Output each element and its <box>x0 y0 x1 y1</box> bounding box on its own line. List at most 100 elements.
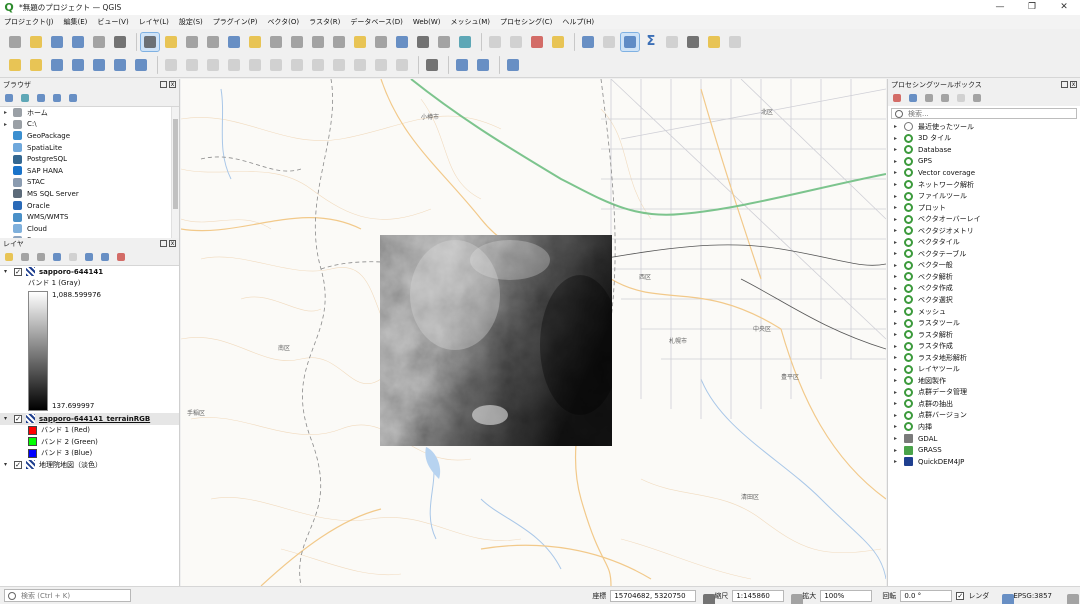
processing-provider-item[interactable]: ▸ レイヤツール <box>888 363 1080 375</box>
menu-plugins[interactable]: プラグイン(P) <box>213 17 258 27</box>
lock-scale-icon[interactable] <box>788 591 804 604</box>
new-shapefile-icon[interactable] <box>48 56 66 74</box>
processing-provider-item[interactable]: ▸ ラスタ解析 <box>888 329 1080 341</box>
menu-view[interactable]: ビュー(V) <box>97 17 128 27</box>
processing-provider-item[interactable]: ▸ ベクタ作成 <box>888 283 1080 295</box>
python-console-icon[interactable] <box>453 56 471 74</box>
edit-features-in-place-icon[interactable] <box>955 92 967 104</box>
processing-search-input[interactable]: 検索... <box>891 108 1077 119</box>
collapse-all-icon[interactable] <box>99 251 111 263</box>
expand-arrow-icon[interactable]: ▸ <box>894 158 904 165</box>
menu-project[interactable]: プロジェクト(J) <box>4 17 54 27</box>
browser-scrollbar[interactable] <box>171 107 179 238</box>
new-memory-layer-icon[interactable] <box>111 56 129 74</box>
processing-provider-item[interactable]: ▸ GPS <box>888 156 1080 168</box>
expand-arrow-icon[interactable]: ▸ <box>894 181 904 188</box>
zoom-to-selection-icon[interactable] <box>246 33 264 51</box>
processing-provider-item[interactable]: ▸ 内挿 <box>888 421 1080 433</box>
expand-arrow-icon[interactable]: ▸ <box>894 123 904 130</box>
processing-provider-item[interactable]: ▸ GRASS <box>888 444 1080 456</box>
browser-item[interactable]: SAP HANA <box>0 165 179 177</box>
pan-hand-icon[interactable] <box>140 31 160 52</box>
data-source-manager-icon[interactable] <box>6 56 24 74</box>
collapse-all-icon[interactable] <box>51 92 63 104</box>
expand-arrow-icon[interactable]: ▸ <box>894 435 904 442</box>
select-by-value-icon[interactable] <box>507 33 525 51</box>
models-icon[interactable] <box>891 92 903 104</box>
layer-row-gsi-basemap[interactable]: ▾ ✓ 地理院地図（淡色） <box>0 459 179 471</box>
open-field-calculator-icon[interactable] <box>663 33 681 51</box>
expand-arrow-icon[interactable]: ▸ <box>894 273 904 280</box>
filter-icon[interactable] <box>35 92 47 104</box>
expand-arrow-icon[interactable]: ▸ <box>894 169 904 176</box>
expand-arrow-icon[interactable]: ▸ <box>894 239 904 246</box>
redo-icon[interactable] <box>393 56 411 74</box>
scrollbar-thumb[interactable] <box>173 119 178 209</box>
identify-icon[interactable] <box>579 33 597 51</box>
statistics-sigma-icon[interactable]: Σ <box>642 33 660 51</box>
browser-item[interactable]: SpatiaLite <box>0 142 179 154</box>
expand-arrow-icon[interactable]: ▸ <box>894 423 904 430</box>
expand-arrow-icon[interactable]: ▸ <box>894 377 904 384</box>
expand-arrow-icon[interactable]: ▾ <box>4 268 14 275</box>
zoom-next-icon[interactable] <box>330 33 348 51</box>
processing-provider-item[interactable]: ▸ ネットワーク解析 <box>888 179 1080 191</box>
processing-provider-item[interactable]: ▸ 点群データ管理 <box>888 387 1080 399</box>
expand-arrow-icon[interactable]: ▾ <box>4 415 14 422</box>
copy-features-icon[interactable] <box>330 56 348 74</box>
menu-layer[interactable]: レイヤ(L) <box>139 17 169 27</box>
save-project-icon[interactable] <box>48 33 66 51</box>
expand-arrow-icon[interactable]: ▾ <box>4 461 14 468</box>
info-icon[interactable] <box>67 92 79 104</box>
processing-provider-item[interactable]: ▸ ベクタジオメトリ <box>888 225 1080 237</box>
zoom-last-icon[interactable] <box>309 33 327 51</box>
scripts-icon[interactable] <box>907 92 919 104</box>
toggle-extents-icon[interactable] <box>700 591 716 604</box>
new-map-view-icon[interactable] <box>351 33 369 51</box>
processing-provider-item[interactable]: ▸ Vector coverage <box>888 167 1080 179</box>
layer-row-sapporo[interactable]: ▾ ✓ sapporo-644141 <box>0 266 179 278</box>
menu-processing[interactable]: プロセシング(C) <box>500 17 552 27</box>
processing-provider-item[interactable]: ▸ 点群バージョン <box>888 410 1080 422</box>
processing-provider-item[interactable]: ▸ ベクタオーバーレイ <box>888 213 1080 225</box>
processing-provider-item[interactable]: ▸ ラスタツール <box>888 317 1080 329</box>
close-button[interactable]: ✕ <box>1048 0 1080 15</box>
locator-search-input[interactable]: 検索 (Ctrl + K) <box>4 589 131 602</box>
processing-provider-item[interactable]: ▸ 3D タイル <box>888 133 1080 145</box>
help-icon[interactable] <box>504 56 522 74</box>
pan-to-selection-icon[interactable] <box>162 33 180 51</box>
expand-arrow-icon[interactable]: ▸ <box>894 193 904 200</box>
menu-raster[interactable]: ラスタ(R) <box>309 17 340 27</box>
deselect-icon[interactable] <box>528 33 546 51</box>
float-panel-icon[interactable] <box>160 240 167 247</box>
menu-vector[interactable]: ベクタ(O) <box>267 17 299 27</box>
processing-provider-item[interactable]: ▸ ベクタ解析 <box>888 271 1080 283</box>
digitize-icon[interactable] <box>204 56 222 74</box>
expand-arrow-icon[interactable]: ▸ <box>894 227 904 234</box>
expand-arrow-icon[interactable]: ▸ <box>4 121 13 128</box>
browser-item[interactable]: GeoPackage <box>0 130 179 142</box>
expand-arrow-icon[interactable]: ▸ <box>894 135 904 142</box>
expand-arrow-icon[interactable]: ▸ <box>894 296 904 303</box>
open-layer-styling-icon[interactable] <box>3 251 15 263</box>
new-3d-map-icon[interactable] <box>372 33 390 51</box>
processing-provider-item[interactable]: ▸ メッシュ <box>888 306 1080 318</box>
processing-provider-item[interactable]: ▸ ファイルツール <box>888 190 1080 202</box>
coordinate-field[interactable]: 15704682, 5320750 <box>610 590 697 602</box>
style-manager-icon[interactable] <box>111 33 129 51</box>
vertex-tool-icon[interactable] <box>246 56 264 74</box>
processing-provider-item[interactable]: ▸ ラスタ作成 <box>888 340 1080 352</box>
render-checkbox[interactable]: ✓ <box>956 592 965 600</box>
processing-provider-item[interactable]: ▸ プロット <box>888 202 1080 214</box>
expand-arrow-icon[interactable]: ▸ <box>894 400 904 407</box>
expand-arrow-icon[interactable]: ▸ <box>894 250 904 257</box>
expand-arrow-icon[interactable]: ▸ <box>894 389 904 396</box>
expand-arrow-icon[interactable]: ▸ <box>894 343 904 350</box>
close-panel-icon[interactable]: x <box>169 81 176 88</box>
zoom-to-layer-icon[interactable] <box>267 33 285 51</box>
expand-arrow-icon[interactable]: ▸ <box>894 331 904 338</box>
browser-item[interactable]: ▸ C:\ <box>0 119 179 131</box>
xml-icon[interactable] <box>474 56 492 74</box>
processing-provider-item[interactable]: ▸ 最近使ったツール <box>888 121 1080 133</box>
manage-themes-icon[interactable] <box>35 251 47 263</box>
